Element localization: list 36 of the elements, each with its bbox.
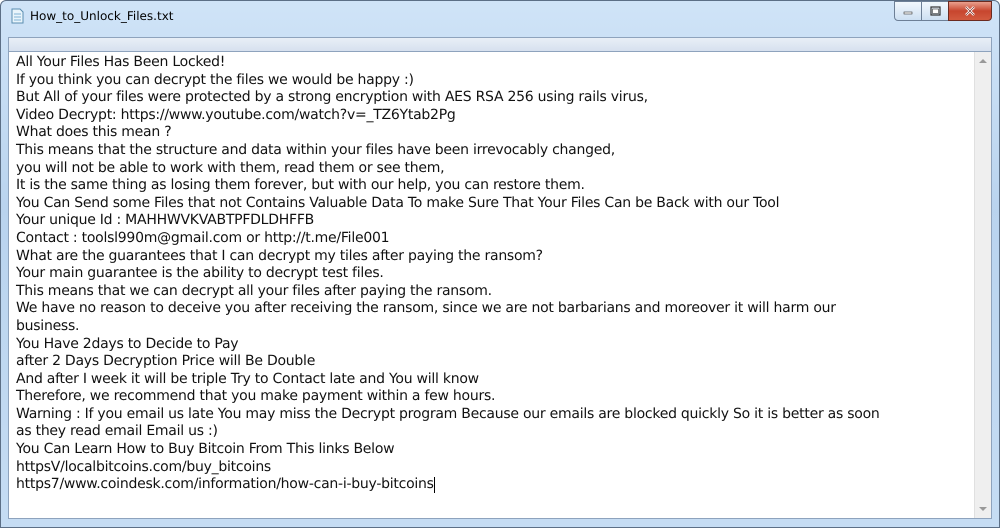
text-line: What does this mean ? (16, 124, 172, 142)
text-line: Warning : If you email us late You may miss the Decrypt program Because our emails are blocked quickly So it is better as soon (16, 406, 880, 424)
text-line: as they read email Email us :) (16, 423, 218, 442)
minimize-button[interactable] (894, 1, 922, 21)
text-line: It is the same thing as losing them forever, but with our help, you can restore them. (16, 177, 585, 195)
close-button[interactable] (948, 1, 992, 21)
text-line: Your main guarantee is the ability to decrypt test files. (16, 265, 384, 283)
text-line: This means that we can decrypt all your files after paying the ransom. (16, 282, 492, 300)
text-line: But All of your files were protected by a strong encryption with AES RSA 256 using rails virus, (16, 89, 648, 107)
close-icon (963, 6, 977, 16)
vertical-scrollbar[interactable] (974, 52, 991, 518)
text-line: What are the guarantees that I can decrypt my tiles after paying the ransom? (16, 248, 543, 266)
text-line: If you think you can decrypt the files we would be happy :) (16, 72, 414, 90)
text-line: httpsV/localbitcoins.com/buy_bitcoins (16, 458, 271, 476)
window-title: How_to_Unlock_Files.txt (30, 9, 174, 23)
text-line: We have no reason to deceive you after receiving the ransom, since we are not barbarians and moreover it will harm our (16, 300, 836, 318)
maximize-button[interactable] (921, 1, 949, 21)
text-file-icon (10, 8, 24, 24)
scroll-up-icon[interactable] (979, 58, 987, 63)
text-line: https7/www.coindesk.com/information/how-can-i-buy-bitcoins (16, 476, 434, 494)
text-line: Video Decrypt: https://www.youtube.com/watch?v=_TZ6Ytab2Pg (16, 106, 456, 124)
text-line: You Have 2days to Decide to Pay (16, 336, 238, 354)
text-line: Contact : toolsl990m@gmail.com or http://t.me/File001 (16, 230, 390, 248)
text-line: You Can Learn How to Buy Bitcoin From This links Below (16, 441, 394, 459)
maximize-icon (930, 6, 940, 16)
text-line: All Your Files Has Been Locked! (16, 54, 226, 72)
text-line: And after I week it will be triple Try to Contact late and You will know (16, 370, 479, 388)
text-line: This means that the structure and data within your files have been irrevocably changed, (16, 142, 615, 160)
text-line: Your unique Id : MAHHWVKVABTPFDLDHFFB (16, 212, 314, 230)
text-line: Therefore, we recommend that you make payment within a few hours. (16, 388, 496, 406)
text-cursor (434, 477, 435, 494)
text-line: after 2 Days Decryption Price will Be Double (16, 353, 316, 371)
text-line: you will not be able to work with them, read them or see them, (16, 160, 444, 178)
text-line: business. (16, 318, 80, 336)
text-line: You Can Send some Files that not Contains Valuable Data To make Sure That Your Files Can be Back with our Tool (16, 194, 780, 212)
scroll-down-icon[interactable] (979, 507, 987, 512)
